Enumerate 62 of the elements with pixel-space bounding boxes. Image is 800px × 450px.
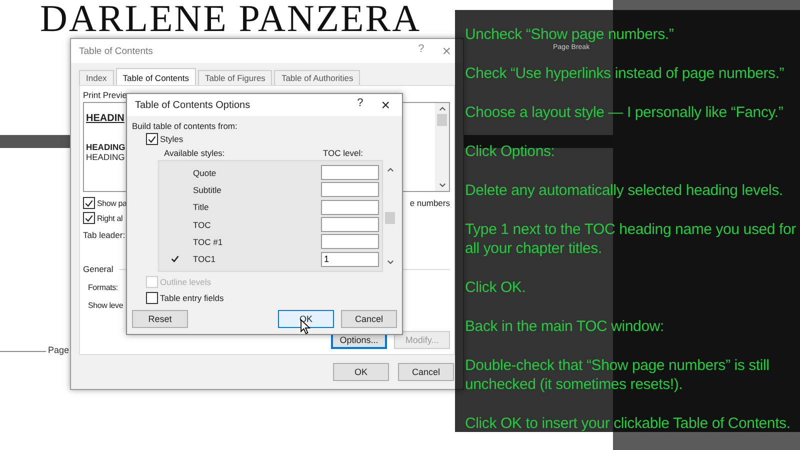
column-header: TOC level: bbox=[323, 148, 363, 158]
checkbox[interactable] bbox=[83, 212, 95, 224]
window-title: Table of Contents bbox=[79, 46, 153, 56]
page-break-label: Page bbox=[48, 345, 70, 355]
dialog-button[interactable]: OK bbox=[333, 363, 389, 381]
scrollbar-thumb[interactable] bbox=[385, 212, 395, 224]
close-button[interactable]: × bbox=[442, 42, 451, 60]
field-label: Formats: bbox=[88, 283, 119, 292]
checkbox[interactable] bbox=[146, 133, 158, 145]
page-header: DARLENE PANZERA bbox=[40, 1, 422, 37]
tab[interactable]: Table of Contents bbox=[116, 68, 196, 85]
preview-heading: HEADING bbox=[86, 142, 126, 152]
checkbox-label: Styles bbox=[160, 134, 184, 144]
checkbox[interactable] bbox=[83, 197, 95, 209]
style-name[interactable]: TOC #1 bbox=[193, 236, 321, 247]
checkbox-label: Outline levels bbox=[160, 277, 212, 287]
instruction-text: Double-check that “Show page numbers” is still unchecked (it sometimes resets!). bbox=[465, 356, 770, 394]
level-input[interactable] bbox=[321, 200, 379, 215]
preview-heading: HEADIN bbox=[86, 113, 124, 124]
scrollbar[interactable] bbox=[435, 103, 449, 191]
tab[interactable]: Table of Figures bbox=[198, 70, 272, 85]
close-button[interactable]: × bbox=[381, 96, 390, 114]
style-name[interactable]: TOC bbox=[193, 220, 321, 230]
preview-heading: HEADING bbox=[86, 152, 125, 162]
style-name[interactable]: Subtitle bbox=[193, 184, 321, 195]
instruction-text: Click Options: bbox=[465, 142, 556, 161]
section-label: Build table of contents from: bbox=[132, 121, 238, 131]
instruction-text: Click OK to insert your clickable Table of Contents. bbox=[465, 414, 792, 433]
level-input[interactable]: 1 bbox=[321, 252, 379, 267]
column-header: Available styles: bbox=[164, 148, 225, 158]
instruction-text: Choose a layout style — I personally like “Fancy.” bbox=[465, 103, 784, 122]
level-input[interactable] bbox=[321, 234, 379, 250]
level-input[interactable] bbox=[321, 165, 379, 180]
instruction-text: Back in the main TOC window: bbox=[465, 317, 665, 336]
checkbox-label: Right al bbox=[97, 214, 123, 222]
instruction-text: Uncheck “Show page numbers.” bbox=[465, 25, 675, 44]
style-name[interactable]: Title bbox=[193, 202, 321, 212]
instruction-text: Delete any automatically selected heading levels. bbox=[465, 181, 784, 200]
scrollbar-thumb[interactable] bbox=[437, 114, 447, 126]
tab[interactable]: Table of Authorities bbox=[274, 70, 360, 85]
instruction-text: Check “Use hyperlinks instead of page numbers.” bbox=[465, 64, 786, 83]
section-label: Print Previe bbox=[83, 90, 128, 100]
style-name[interactable]: TOC1 bbox=[193, 254, 321, 264]
help-button[interactable]: ? bbox=[418, 42, 424, 60]
style-name[interactable]: Quote bbox=[193, 168, 321, 178]
level-input[interactable] bbox=[321, 217, 379, 232]
instruction-text: Type 1 next to the TOC heading name you used for all your chapter titles. bbox=[465, 220, 796, 258]
dialog-button[interactable]: Cancel bbox=[398, 363, 454, 381]
window-title: Table of Contents Options bbox=[135, 100, 250, 110]
option-label: e numbers bbox=[410, 197, 450, 210]
checkmark-icon bbox=[171, 255, 181, 264]
instruction-text: Click OK. bbox=[465, 278, 527, 297]
field-label: Tab leader: bbox=[83, 230, 126, 240]
section-label: General bbox=[83, 264, 114, 274]
field-label: Show leve bbox=[88, 301, 124, 310]
dialog-button[interactable]: Reset bbox=[132, 310, 188, 328]
dialog-button[interactable]: Cancel bbox=[341, 310, 397, 328]
help-button[interactable]: ? bbox=[357, 96, 364, 114]
level-input[interactable] bbox=[321, 182, 379, 198]
checkbox-label: Table entry fields bbox=[160, 293, 224, 303]
checkbox[interactable] bbox=[146, 292, 158, 304]
tab[interactable]: Index bbox=[79, 70, 114, 85]
